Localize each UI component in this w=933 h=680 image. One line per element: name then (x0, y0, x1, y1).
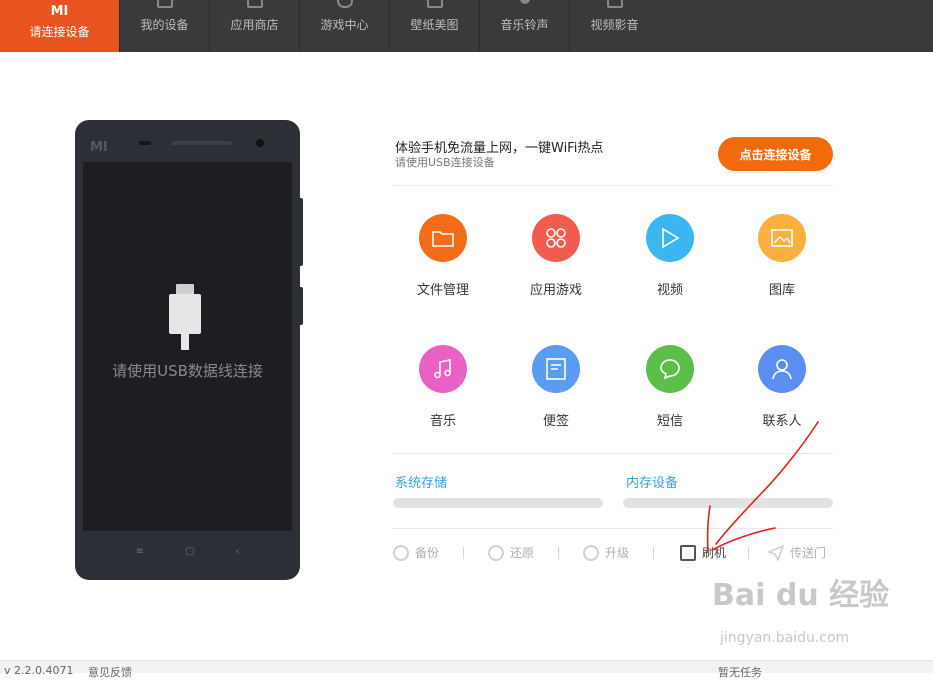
nav-wallpaper[interactable]: 壁纸美图 (389, 0, 479, 52)
restore-button[interactable]: 还原 (488, 544, 534, 561)
app-label: 图库 (768, 283, 795, 298)
connect-device-tab[interactable]: MI 请连接设备 (0, 0, 119, 52)
nav-app-store[interactable]: 应用商店 (209, 0, 299, 52)
connect-device-label: 请连接设备 (29, 24, 90, 39)
volume-button (299, 198, 303, 266)
phone-screen: 请使用USB数据线连接 (83, 162, 292, 531)
play-icon (646, 214, 694, 262)
system-storage-label: 系统存储 (395, 476, 448, 491)
mi-logo-icon: MI (90, 140, 108, 155)
usb-cable-icon (181, 334, 189, 350)
app-label: 视频 (656, 283, 683, 298)
home-key-icon: ▢ (184, 546, 195, 557)
picture-icon (758, 214, 806, 262)
phone-softkeys: ≡ ▢ ‹ (75, 546, 300, 557)
version-text: v 2.2.0.4071 (4, 664, 74, 677)
back-key-icon: ‹ (235, 546, 240, 557)
phone-icon (156, 0, 173, 8)
nav-label: 我的设备 (140, 18, 189, 32)
play-icon (606, 0, 623, 8)
picture-icon (426, 0, 443, 8)
app-notes[interactable]: 便签 (506, 345, 606, 429)
download-status: 暂无任务 (718, 666, 762, 679)
nav-music[interactable]: 音乐铃声 (479, 0, 569, 52)
app-music[interactable]: 音乐 (393, 345, 493, 429)
nav-label: 壁纸美图 (410, 18, 459, 32)
nav-label: 视频影音 (590, 18, 639, 32)
apps-grid-icon (532, 214, 580, 262)
bag-icon (246, 0, 263, 8)
usb-plug-icon (169, 294, 201, 334)
phone-sensor (139, 141, 151, 145)
phone-speaker (171, 141, 233, 145)
annotation-arrow-icon (706, 421, 819, 553)
backup-button[interactable]: 备份 (393, 544, 439, 561)
mi-logo-icon: MI (50, 3, 69, 19)
app-label: 便签 (542, 414, 569, 429)
app-games[interactable]: 应用游戏 (506, 214, 606, 298)
nav-my-devices[interactable]: 我的设备 (119, 0, 209, 52)
nav-label: 应用商店 (230, 18, 279, 32)
tool-label: 升级 (605, 546, 630, 560)
gamepad-icon (336, 0, 353, 8)
divider (393, 185, 833, 186)
baidu-watermark: Bai du 经验 (712, 578, 890, 613)
phone-camera-icon (256, 139, 264, 147)
folder-icon (419, 214, 467, 262)
backup-icon (393, 544, 409, 561)
menu-key-icon: ≡ (135, 546, 144, 557)
nav-video[interactable]: 视频影音 (569, 0, 659, 52)
music-note-icon (419, 345, 467, 393)
internal-storage-label: 内存设备 (626, 476, 679, 491)
nav-label: 音乐铃声 (500, 18, 549, 32)
upgrade-icon (583, 544, 599, 561)
music-note-icon (519, 0, 530, 4)
app-label: 应用游戏 (529, 283, 582, 298)
power-button (299, 287, 303, 325)
wifi-promo-subtitle: 请使用USB连接设备 (395, 156, 495, 169)
app-label: 文件管理 (416, 283, 469, 298)
note-icon (532, 345, 580, 393)
chat-bubble-icon (646, 345, 694, 393)
separator (558, 547, 559, 559)
person-icon (758, 345, 806, 393)
app-label: 音乐 (429, 414, 456, 429)
system-storage-bar (393, 498, 603, 508)
app-file-manager[interactable]: 文件管理 (393, 214, 493, 298)
restore-icon (488, 544, 504, 561)
app-gallery[interactable]: 图库 (732, 214, 832, 298)
baidu-watermark-url: jingyan.baidu.com (720, 630, 850, 646)
separator (653, 547, 654, 559)
connect-device-button[interactable]: 点击连接设备 (718, 137, 833, 171)
phone-illustration: MI 请使用USB数据线连接 ≡ ▢ ‹ (75, 120, 303, 580)
nav-game-center[interactable]: 游戏中心 (299, 0, 389, 52)
nav-label: 游戏中心 (320, 18, 369, 32)
app-video[interactable]: 视频 (620, 214, 720, 298)
usb-connect-hint: 请使用USB数据线连接 (112, 362, 263, 380)
feedback-link[interactable]: 意见反馈 (88, 664, 132, 680)
separator (463, 547, 464, 559)
tool-label: 还原 (510, 546, 535, 560)
app-contacts[interactable]: 联系人 (732, 345, 832, 429)
top-nav: MI 请连接设备 我的设备 应用商店 游戏中心 壁纸美图 音乐铃声 视频影音 (0, 0, 933, 52)
upgrade-button[interactable]: 升级 (583, 544, 629, 561)
app-messages[interactable]: 短信 (620, 345, 720, 429)
tool-label: 备份 (415, 546, 440, 560)
status-bar: v 2.2.0.4071 意见反馈 暂无任务 (0, 660, 933, 679)
